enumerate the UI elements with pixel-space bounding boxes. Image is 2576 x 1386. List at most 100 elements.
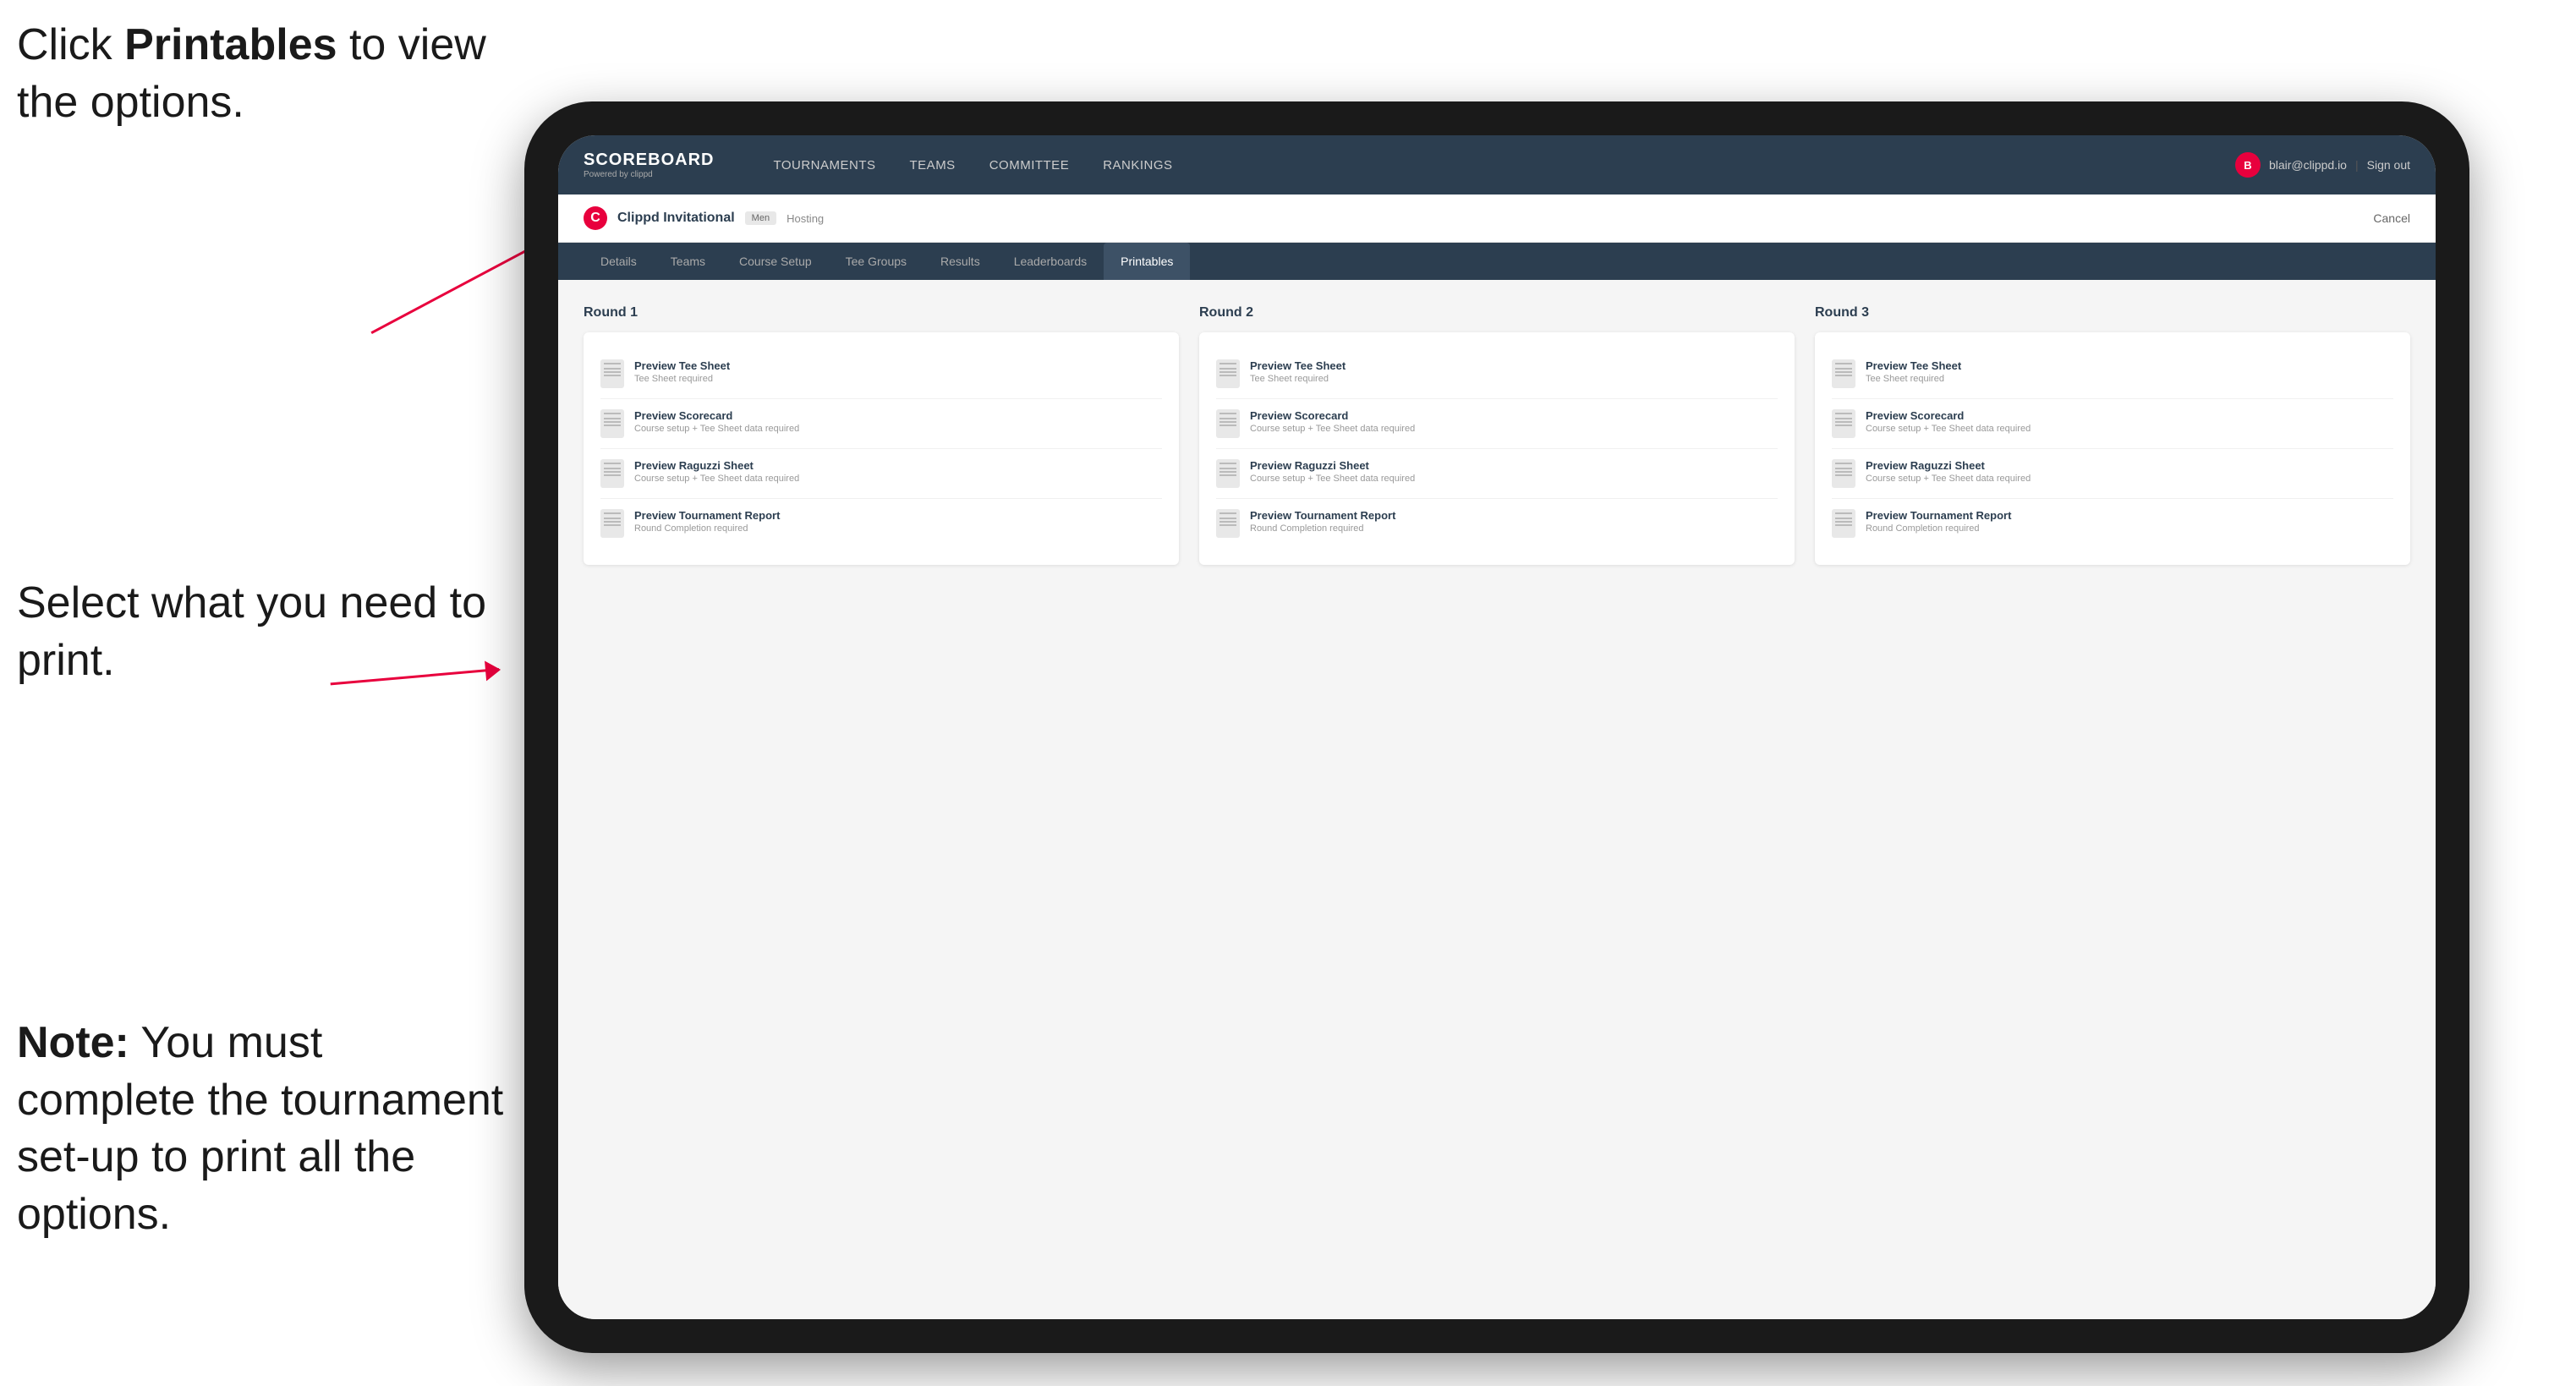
report-req-r2: Round Completion required bbox=[1250, 523, 1395, 534]
nav-committee[interactable]: COMMITTEE bbox=[973, 135, 1087, 194]
logo-subtitle: Powered by clippd bbox=[584, 170, 714, 179]
scorecard-icon-r2 bbox=[1216, 409, 1240, 438]
raguzzi-name-r2: Preview Raguzzi Sheet bbox=[1250, 459, 1415, 472]
tournament-header: C Clippd Invitational Men Hosting Cancel bbox=[558, 194, 2436, 243]
nav-rankings[interactable]: RANKINGS bbox=[1086, 135, 1189, 194]
hosting-badge: Hosting bbox=[787, 212, 824, 225]
printables-bold: Printables bbox=[124, 20, 337, 69]
tee-sheet-text: Preview Tee Sheet Tee Sheet required bbox=[634, 359, 730, 384]
round-3-card: Preview Tee Sheet Tee Sheet required Pre… bbox=[1815, 332, 2410, 565]
scorecard-req-r2: Course setup + Tee Sheet data required bbox=[1250, 424, 1415, 434]
round-3-raguzzi[interactable]: Preview Raguzzi Sheet Course setup + Tee… bbox=[1832, 449, 2393, 499]
round-2-column: Round 2 Preview Tee Sheet Tee Sheet requ… bbox=[1199, 305, 1795, 565]
report-req: Round Completion required bbox=[634, 523, 780, 534]
round-2-raguzzi[interactable]: Preview Raguzzi Sheet Course setup + Tee… bbox=[1216, 449, 1778, 499]
round-3-tee-sheet[interactable]: Preview Tee Sheet Tee Sheet required bbox=[1832, 349, 2393, 399]
report-text: Preview Tournament Report Round Completi… bbox=[634, 509, 780, 534]
scorecard-text-r2: Preview Scorecard Course setup + Tee She… bbox=[1250, 409, 1415, 434]
main-content: Round 1 Preview Tee Sheet Tee Sheet requ… bbox=[558, 280, 2436, 1319]
tournament-name-area: C Clippd Invitational Men Hosting bbox=[584, 206, 824, 230]
tablet-screen: SCOREBOARD Powered by clippd TOURNAMENTS… bbox=[558, 135, 2436, 1319]
round-1-card: Preview Tee Sheet Tee Sheet required Pre… bbox=[584, 332, 1179, 565]
tab-teams[interactable]: Teams bbox=[654, 243, 722, 280]
note-bold: Note: bbox=[17, 1018, 129, 1067]
raguzzi-text-r3: Preview Raguzzi Sheet Course setup + Tee… bbox=[1866, 459, 2031, 484]
raguzzi-name: Preview Raguzzi Sheet bbox=[634, 459, 799, 472]
tournament-title: Clippd Invitational bbox=[617, 211, 735, 226]
clippd-logo: C bbox=[584, 206, 607, 230]
scorecard-name-r3: Preview Scorecard bbox=[1866, 409, 2031, 422]
round-3-column: Round 3 Preview Tee Sheet Tee Sheet requ… bbox=[1815, 305, 2410, 565]
tab-tee-groups[interactable]: Tee Groups bbox=[829, 243, 924, 280]
round-2-tournament-report[interactable]: Preview Tournament Report Round Completi… bbox=[1216, 499, 1778, 548]
raguzzi-text-r2: Preview Raguzzi Sheet Course setup + Tee… bbox=[1250, 459, 1415, 484]
tab-printables[interactable]: Printables bbox=[1104, 243, 1190, 280]
scorecard-req-r3: Course setup + Tee Sheet data required bbox=[1866, 424, 2031, 434]
round-2-scorecard[interactable]: Preview Scorecard Course setup + Tee She… bbox=[1216, 399, 1778, 449]
round-2-tee-sheet[interactable]: Preview Tee Sheet Tee Sheet required bbox=[1216, 349, 1778, 399]
raguzzi-text: Preview Raguzzi Sheet Course setup + Tee… bbox=[634, 459, 799, 484]
tee-sheet-req-r2: Tee Sheet required bbox=[1250, 374, 1346, 384]
scorecard-req: Course setup + Tee Sheet data required bbox=[634, 424, 799, 434]
annotation-top: Click Printables to view the options. bbox=[17, 17, 507, 131]
tee-sheet-name: Preview Tee Sheet bbox=[634, 359, 730, 372]
raguzzi-req-r3: Course setup + Tee Sheet data required bbox=[1866, 474, 2031, 484]
tee-sheet-icon-r3 bbox=[1832, 359, 1855, 388]
report-icon-r2 bbox=[1216, 509, 1240, 538]
tee-sheet-text-r3: Preview Tee Sheet Tee Sheet required bbox=[1866, 359, 1961, 384]
user-email: blair@clippd.io bbox=[2269, 158, 2347, 172]
report-icon bbox=[600, 509, 624, 538]
nav-user-area: B blair@clippd.io | Sign out bbox=[2235, 152, 2410, 178]
report-name-r3: Preview Tournament Report bbox=[1866, 509, 2011, 522]
scorecard-text-r3: Preview Scorecard Course setup + Tee She… bbox=[1866, 409, 2031, 434]
annotation-bottom: Note: You must complete the tournament s… bbox=[17, 1015, 507, 1243]
raguzzi-icon-r2 bbox=[1216, 459, 1240, 488]
nav-separator: | bbox=[2355, 158, 2359, 172]
round-3-tournament-report[interactable]: Preview Tournament Report Round Completi… bbox=[1832, 499, 2393, 548]
round-1-title: Round 1 bbox=[584, 305, 1179, 320]
cancel-button[interactable]: Cancel bbox=[2373, 211, 2410, 225]
nav-teams[interactable]: TEAMS bbox=[893, 135, 973, 194]
tee-sheet-icon-r2 bbox=[1216, 359, 1240, 388]
tournament-badge: Men bbox=[745, 211, 776, 225]
raguzzi-req: Course setup + Tee Sheet data required bbox=[634, 474, 799, 484]
nav-links: TOURNAMENTS TEAMS COMMITTEE RANKINGS bbox=[756, 135, 2234, 194]
raguzzi-icon bbox=[600, 459, 624, 488]
tab-details[interactable]: Details bbox=[584, 243, 654, 280]
report-name-r2: Preview Tournament Report bbox=[1250, 509, 1395, 522]
tab-course-setup[interactable]: Course Setup bbox=[722, 243, 829, 280]
round-1-tournament-report[interactable]: Preview Tournament Report Round Completi… bbox=[600, 499, 1162, 548]
report-req-r3: Round Completion required bbox=[1866, 523, 2011, 534]
round-2-card: Preview Tee Sheet Tee Sheet required Pre… bbox=[1199, 332, 1795, 565]
tee-sheet-req-r3: Tee Sheet required bbox=[1866, 374, 1961, 384]
tee-sheet-req: Tee Sheet required bbox=[634, 374, 730, 384]
round-2-title: Round 2 bbox=[1199, 305, 1795, 320]
report-text-r3: Preview Tournament Report Round Completi… bbox=[1866, 509, 2011, 534]
raguzzi-req-r2: Course setup + Tee Sheet data required bbox=[1250, 474, 1415, 484]
round-3-scorecard[interactable]: Preview Scorecard Course setup + Tee She… bbox=[1832, 399, 2393, 449]
scorecard-name-r2: Preview Scorecard bbox=[1250, 409, 1415, 422]
user-avatar: B bbox=[2235, 152, 2261, 178]
tablet-device: SCOREBOARD Powered by clippd TOURNAMENTS… bbox=[524, 101, 2469, 1353]
nav-tournaments[interactable]: TOURNAMENTS bbox=[756, 135, 892, 194]
round-1-raguzzi[interactable]: Preview Raguzzi Sheet Course setup + Tee… bbox=[600, 449, 1162, 499]
round-1-scorecard[interactable]: Preview Scorecard Course setup + Tee She… bbox=[600, 399, 1162, 449]
round-1-tee-sheet[interactable]: Preview Tee Sheet Tee Sheet required bbox=[600, 349, 1162, 399]
report-icon-r3 bbox=[1832, 509, 1855, 538]
tee-sheet-name-r2: Preview Tee Sheet bbox=[1250, 359, 1346, 372]
sign-out-link[interactable]: Sign out bbox=[2367, 158, 2410, 172]
raguzzi-name-r3: Preview Raguzzi Sheet bbox=[1866, 459, 2031, 472]
scorecard-name: Preview Scorecard bbox=[634, 409, 799, 422]
tee-sheet-text-r2: Preview Tee Sheet Tee Sheet required bbox=[1250, 359, 1346, 384]
tab-results[interactable]: Results bbox=[924, 243, 997, 280]
annotation-middle: Select what you need to print. bbox=[17, 575, 507, 689]
tee-sheet-icon bbox=[600, 359, 624, 388]
logo-title: SCOREBOARD bbox=[584, 151, 714, 170]
top-navigation: SCOREBOARD Powered by clippd TOURNAMENTS… bbox=[558, 135, 2436, 194]
report-text-r2: Preview Tournament Report Round Completi… bbox=[1250, 509, 1395, 534]
tab-leaderboards[interactable]: Leaderboards bbox=[997, 243, 1104, 280]
tab-bar: Details Teams Course Setup Tee Groups Re… bbox=[558, 243, 2436, 280]
report-name: Preview Tournament Report bbox=[634, 509, 780, 522]
round-1-column: Round 1 Preview Tee Sheet Tee Sheet requ… bbox=[584, 305, 1179, 565]
raguzzi-icon-r3 bbox=[1832, 459, 1855, 488]
